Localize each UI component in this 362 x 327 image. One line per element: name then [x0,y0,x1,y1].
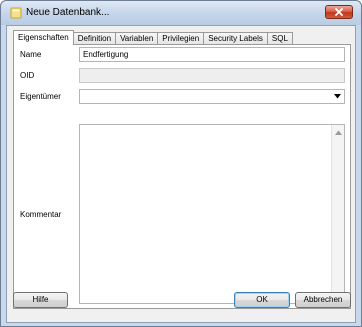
comment-scrollbar[interactable] [331,125,344,303]
name-label: Name [20,50,42,59]
oid-label: OID [20,71,35,80]
properties-panel: Name Endfertigung OID Eigentümer Komment… [13,44,351,309]
title-bar[interactable]: Neue Datenbank... [1,1,361,25]
tab-strip: Eigenschaften Definition Variablen Privi… [13,30,293,45]
dialog-window: Neue Datenbank... Eigenschaften Definiti… [0,0,362,327]
close-x-icon [335,8,343,16]
cancel-button[interactable]: Abbrechen [295,292,351,308]
name-field[interactable]: Endfertigung [79,47,345,62]
ok-button[interactable]: OK [234,292,290,308]
scroll-up-icon[interactable] [335,130,342,136]
close-button[interactable] [325,5,353,19]
tab-eigenschaften[interactable]: Eigenschaften [13,30,74,45]
window-title: Neue Datenbank... [26,7,110,18]
owner-dropdown[interactable] [79,89,345,104]
comment-label: Kommentar [20,210,62,219]
oid-field [79,68,345,83]
dialog-client-area: Eigenschaften Definition Variablen Privi… [6,25,356,323]
help-button[interactable]: Hilfe [13,292,68,308]
comment-textarea[interactable] [79,124,345,304]
owner-label: Eigentümer [20,92,61,101]
chevron-down-icon [334,94,341,99]
database-icon [10,7,22,19]
